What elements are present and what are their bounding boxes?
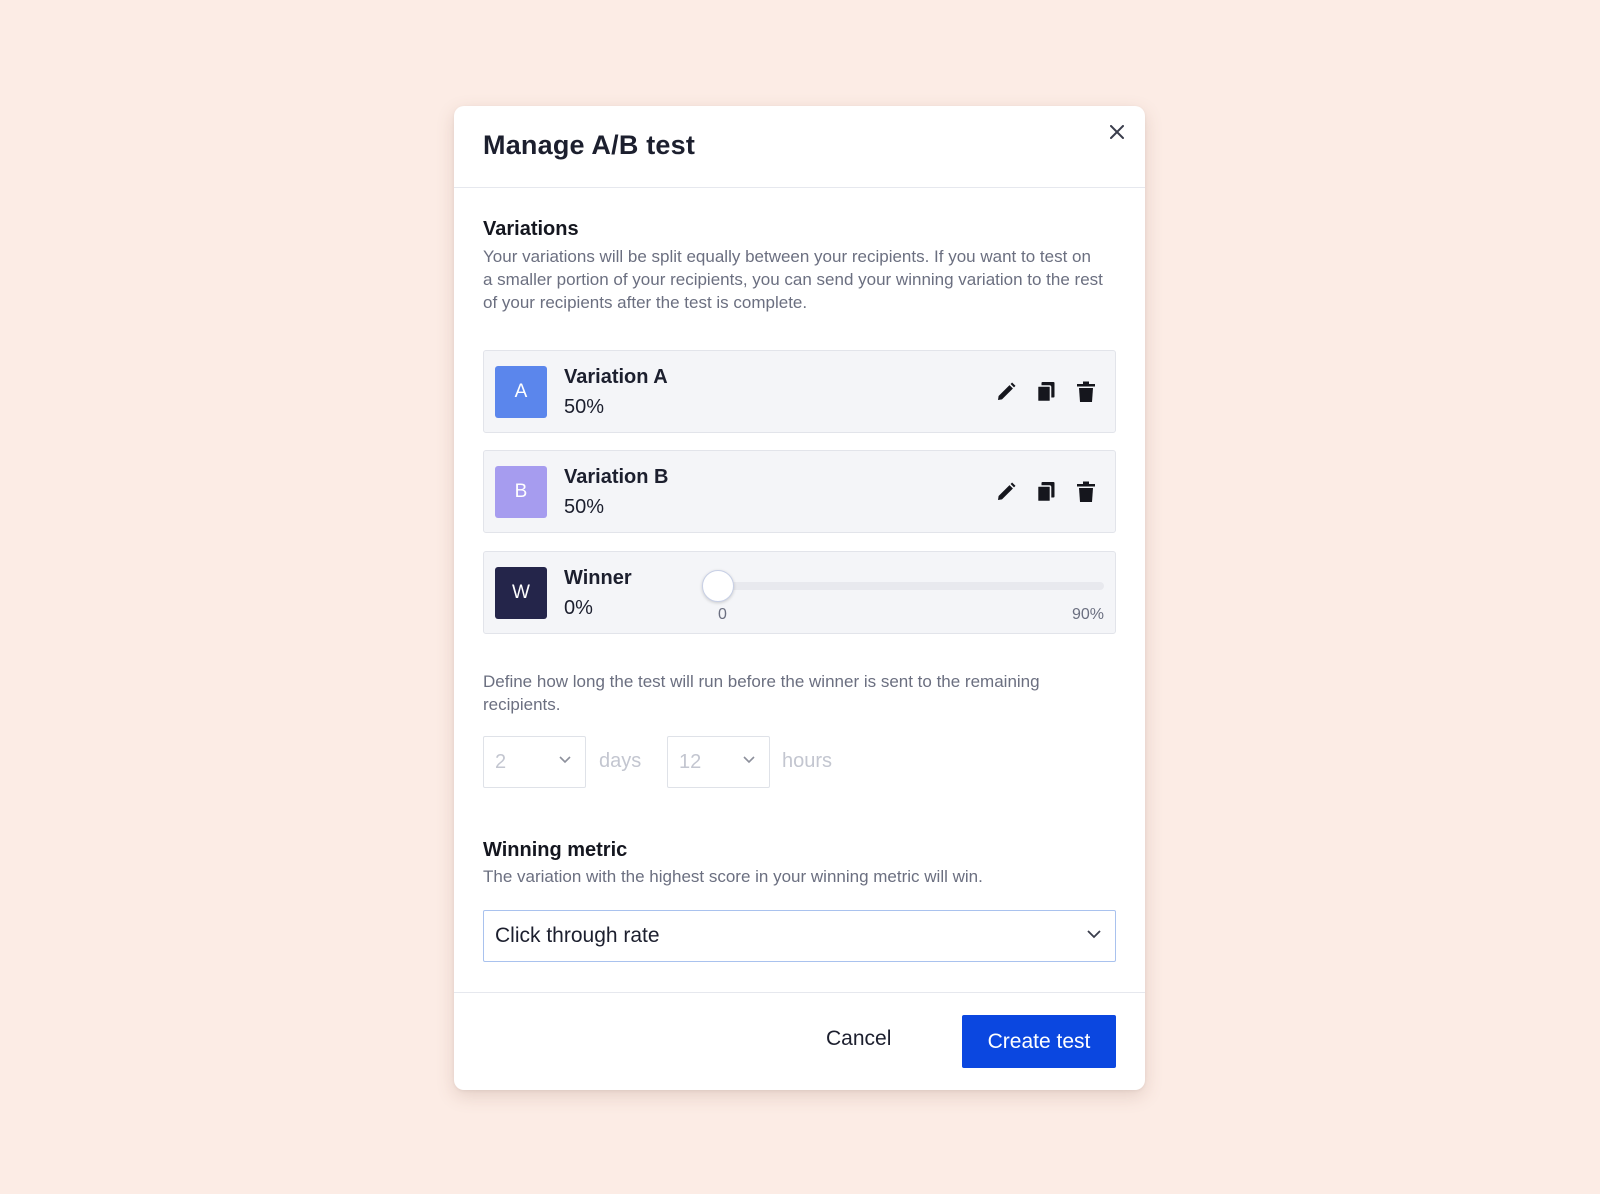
hours-label: hours — [782, 750, 833, 772]
winning-metric-description: The variation with the highest score in … — [483, 867, 983, 886]
variation-badge-b: B — [495, 466, 547, 518]
close-button[interactable] — [1105, 120, 1129, 144]
slider-min-label: 0 — [718, 606, 727, 623]
variation-name: Variation B — [564, 466, 669, 488]
duration-description: Define how long the test will run before… — [483, 672, 1040, 714]
chevron-down-icon — [1087, 930, 1101, 939]
chevron-down-icon — [559, 756, 571, 764]
winner-percent: 0% — [564, 597, 593, 619]
trash-icon — [1077, 381, 1095, 402]
cancel-button[interactable]: Cancel — [826, 1027, 891, 1051]
slider-max-label: 90% — [1071, 606, 1104, 623]
winning-metric-value: Click through rate — [495, 924, 660, 947]
duplicate-variation-a-button[interactable] — [1035, 380, 1057, 404]
variation-percent: 50% — [564, 396, 605, 418]
pencil-icon — [998, 482, 1016, 500]
edit-variation-b-button[interactable] — [995, 480, 1017, 504]
create-test-button[interactable]: Create test — [962, 1015, 1116, 1068]
days-label: days — [599, 750, 642, 772]
winner-name: Winner — [564, 567, 632, 589]
pencil-icon — [998, 382, 1016, 400]
modal-title: Manage A/B test — [483, 130, 696, 160]
chevron-down-icon — [743, 756, 755, 764]
hours-select[interactable]: 12 — [667, 736, 770, 788]
modal-footer: Cancel Create test — [454, 992, 1145, 1090]
trash-icon — [1077, 481, 1095, 502]
winning-metric-select[interactable]: Click through rate — [483, 910, 1116, 962]
slider-thumb[interactable] — [702, 570, 734, 602]
close-icon — [1110, 125, 1124, 139]
variation-actions — [995, 480, 1097, 504]
variation-percent: 50% — [564, 496, 605, 518]
variation-name: Variation A — [564, 366, 668, 388]
winner-card: W Winner 0% 0 90% — [483, 551, 1116, 634]
copy-icon — [1036, 382, 1055, 403]
ab-test-modal: Manage A/B test Variations Your variatio… — [454, 106, 1145, 1090]
days-select[interactable]: 2 — [483, 736, 586, 788]
copy-icon — [1036, 482, 1055, 503]
delete-variation-a-button[interactable] — [1075, 380, 1097, 404]
duplicate-variation-b-button[interactable] — [1035, 480, 1057, 504]
winner-badge: W — [495, 567, 547, 619]
delete-variation-b-button[interactable] — [1075, 480, 1097, 504]
modal-header: Manage A/B test — [454, 106, 1145, 188]
variation-actions — [995, 380, 1097, 404]
winning-metric-heading: Winning metric — [483, 839, 628, 861]
days-value: 2 — [495, 751, 507, 773]
variation-card-a: A Variation A 50% — [483, 350, 1116, 433]
variations-heading: Variations — [483, 218, 579, 240]
slider-track[interactable] — [716, 582, 1104, 590]
variations-description: Your variations will be split equally be… — [483, 247, 1103, 312]
hours-value: 12 — [679, 751, 702, 773]
variation-card-b: B Variation B 50% — [483, 450, 1116, 533]
edit-variation-a-button[interactable] — [995, 380, 1017, 404]
variation-badge-a: A — [495, 366, 547, 418]
winner-slider[interactable]: 0 90% — [702, 570, 1104, 630]
